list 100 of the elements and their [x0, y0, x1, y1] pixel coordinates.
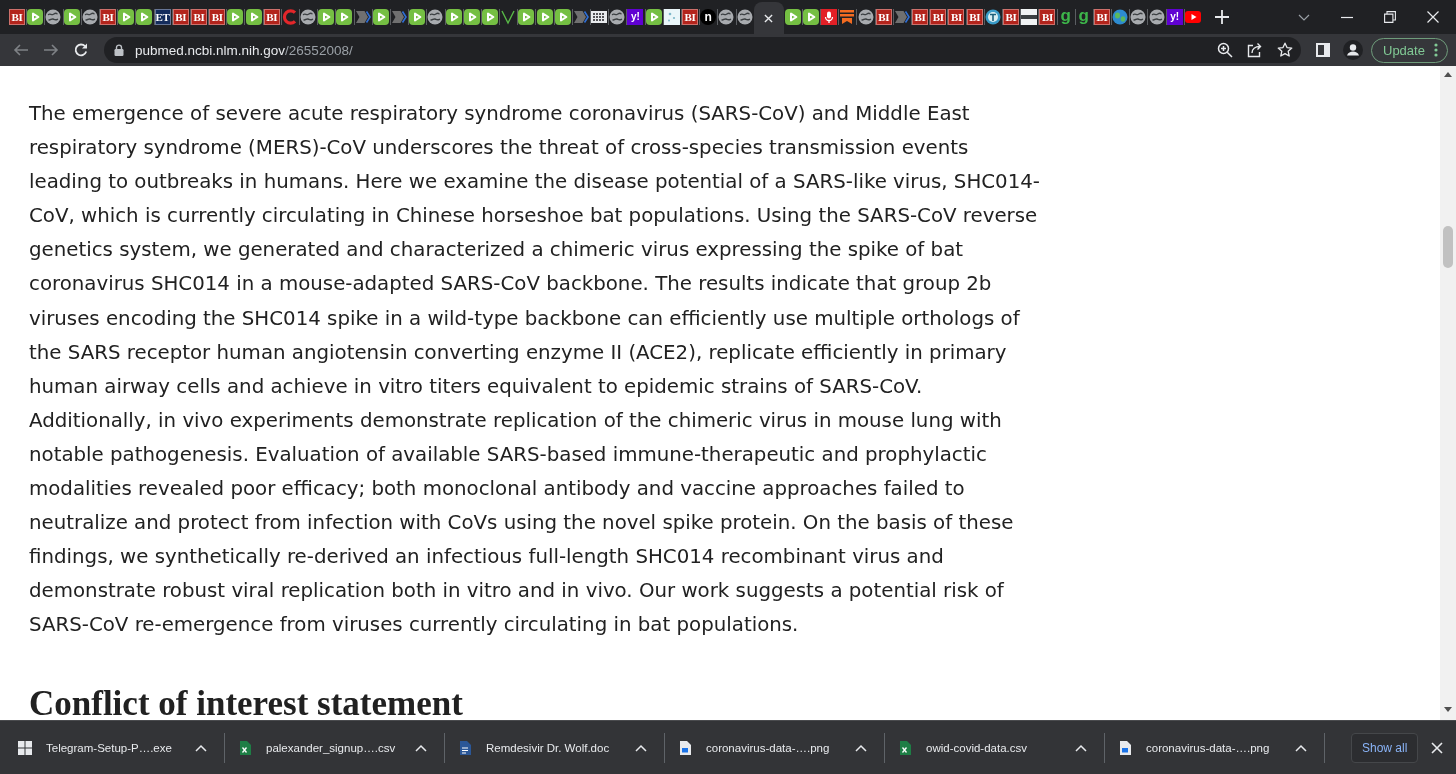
browser-tab[interactable]: BI [8, 0, 27, 34]
bookmark-icon [839, 9, 856, 25]
play-icon [445, 9, 462, 25]
site-logo: BI [948, 9, 965, 25]
globe-icon [718, 9, 735, 25]
spreadsheet-icon [897, 739, 913, 756]
play-icon [372, 9, 389, 25]
grid-icon [17, 739, 33, 756]
site-logo: BI [263, 9, 280, 25]
address-bar[interactable]: pubmed.ncbi.nlm.nih.gov/26552008/ [104, 37, 1301, 63]
site-logo: BI [172, 9, 189, 25]
newspaper-icon [591, 9, 608, 25]
close-icon[interactable] [1427, 11, 1439, 23]
play-icon [336, 9, 353, 25]
zoom-in-icon[interactable] [1217, 42, 1233, 58]
document-icon [457, 739, 473, 756]
site-logo: BI [930, 9, 947, 25]
site-logo: BI [209, 9, 226, 25]
close-icon[interactable] [764, 13, 774, 23]
earth-icon [1112, 9, 1129, 25]
play-icon [536, 9, 553, 25]
play-icon [409, 9, 426, 25]
site-logo: BI [912, 9, 929, 25]
caret-up-icon[interactable] [855, 743, 867, 752]
play-icon [481, 9, 498, 25]
download-file-name[interactable]: palexander_signup….csv [266, 741, 396, 754]
play-icon [245, 9, 262, 25]
site-logo: BI [1093, 9, 1110, 25]
profile-icon[interactable] [1343, 40, 1363, 60]
triangle-down-icon[interactable] [1444, 707, 1452, 712]
arrow-tag-icon [893, 9, 910, 25]
site-logo: y! [1166, 9, 1183, 25]
microphone-icon [821, 9, 838, 25]
side-panel-icon[interactable] [1315, 42, 1331, 58]
play-icon [784, 9, 801, 25]
globe-icon [45, 9, 62, 25]
plus-icon[interactable] [1215, 10, 1229, 24]
triangle-up-icon[interactable] [1444, 72, 1452, 77]
globe-icon [857, 9, 874, 25]
caret-up-icon[interactable] [1075, 743, 1087, 752]
site-logo: BI [100, 9, 117, 25]
download-file-name[interactable]: Remdesivir Dr. Wolf.doc [486, 741, 610, 754]
arrow-tag-icon [391, 9, 408, 25]
play-icon [645, 9, 662, 25]
site-logo: y! [627, 9, 644, 25]
site-logo: BI [190, 9, 207, 25]
star-icon[interactable] [1277, 42, 1293, 58]
globe-icon [427, 9, 444, 25]
caret-up-icon[interactable] [1295, 743, 1307, 752]
arc-icon [281, 9, 298, 25]
play-icon [118, 9, 135, 25]
caret-up-icon[interactable] [195, 743, 207, 752]
globe-icon [1130, 9, 1147, 25]
play-icon [63, 9, 80, 25]
play-icon [227, 9, 244, 25]
site-logo: g [1059, 9, 1072, 25]
v-mark-icon [500, 9, 517, 25]
site-logo: BI [875, 9, 892, 25]
scrollbar-thumb[interactable] [1443, 226, 1453, 268]
url-text: pubmed.ncbi.nlm.nih.gov/26552008/ [135, 42, 353, 58]
site-logo: n [700, 9, 717, 25]
bars-icon [1021, 9, 1038, 25]
arrow-tag-icon [354, 9, 371, 25]
play-icon [463, 9, 480, 25]
download-file-name[interactable]: owid-covid-data.csv [926, 741, 1027, 754]
lock-icon [114, 44, 124, 56]
play-icon [554, 9, 571, 25]
video-play-icon [1184, 9, 1201, 25]
globe-icon [300, 9, 317, 25]
play-icon [802, 9, 819, 25]
image-icon [663, 9, 680, 25]
reload-icon[interactable] [73, 42, 89, 58]
site-logo: ET [154, 9, 171, 25]
site-logo: BI [1003, 9, 1020, 25]
site-logo: BI [1039, 9, 1056, 25]
close-icon[interactable] [1431, 741, 1443, 754]
site-logo: g [1077, 9, 1090, 25]
restore-icon[interactable] [1384, 11, 1396, 23]
more-icon [1433, 43, 1438, 57]
site-logo: BI [966, 9, 983, 25]
globe-icon [609, 9, 626, 25]
share-icon[interactable] [1247, 42, 1263, 58]
abstract-text: The emergence of severe acute respiratory syndrome coronavirus (SARS-CoV) and Middle East respiratory syndrome (MERS)-CoV underscores the threat of cross-species transmission events leading to outbreaks in humans. Here we examine the disease potential of a SARS-like virus, SHC014-CoV, which is currently circulating in Chinese horseshoe bat populations. Using the SARS-CoV reverse genetics system, we generated and characterized a chimeric virus expressing the spike of bat coronavirus SHC014 in a mouse-adapted SARS-CoV backbone. The results indicate that group 2b viruses encoding the SHC014 spike in a wild-type backbone can efficiently use multiple orthologs of the SARS receptor human angiotensin converting enzyme II (ACE2), replicate efficiently in primary human airway cells and achieve in vitro titers equivalent to epidemic strains of SARS-CoV. Additionally, in vivo experiments demonstrate replication of the chimeric virus in mouse lung with notable pathogenesis. Evaluation of available SARS-based immune-therapeutic and prophylactic modalities revealed poor efficacy; both monoclonal antibody and vaccine approaches failed to neutralize and protect from infection with CoVs using the novel spike protein. On the basis of these findings, we synthetically re-derived an infectious full-length SHC014 recombinant virus and demonstrate robust viral replication both in vitro and in vivo. Our work suggests a potential risk of SARS-CoV re-emergence from viruses currently circulating in bat populations. [29, 101, 1041, 639]
arrow-tag-icon [572, 9, 589, 25]
section-heading: Conflict of interest statement [29, 687, 463, 720]
download-file-name[interactable]: coronavirus-data-….png [706, 741, 830, 754]
download-file-name[interactable]: coronavirus-data-….png [1146, 741, 1270, 754]
play-icon [136, 9, 153, 25]
site-logo: BI [9, 9, 26, 25]
show-all-button[interactable]: Show all [1351, 732, 1419, 763]
image-file-icon [1117, 739, 1133, 756]
caret-up-icon[interactable] [415, 743, 427, 752]
globe-icon [81, 9, 98, 25]
globe-icon [1148, 9, 1165, 25]
caret-up-icon[interactable] [635, 743, 647, 752]
play-icon [518, 9, 535, 25]
globe-icon [736, 9, 753, 25]
spreadsheet-icon [237, 739, 253, 756]
download-file-name[interactable]: Telegram-Setup-P….exe [46, 741, 172, 754]
site-logo: BI [682, 9, 699, 25]
